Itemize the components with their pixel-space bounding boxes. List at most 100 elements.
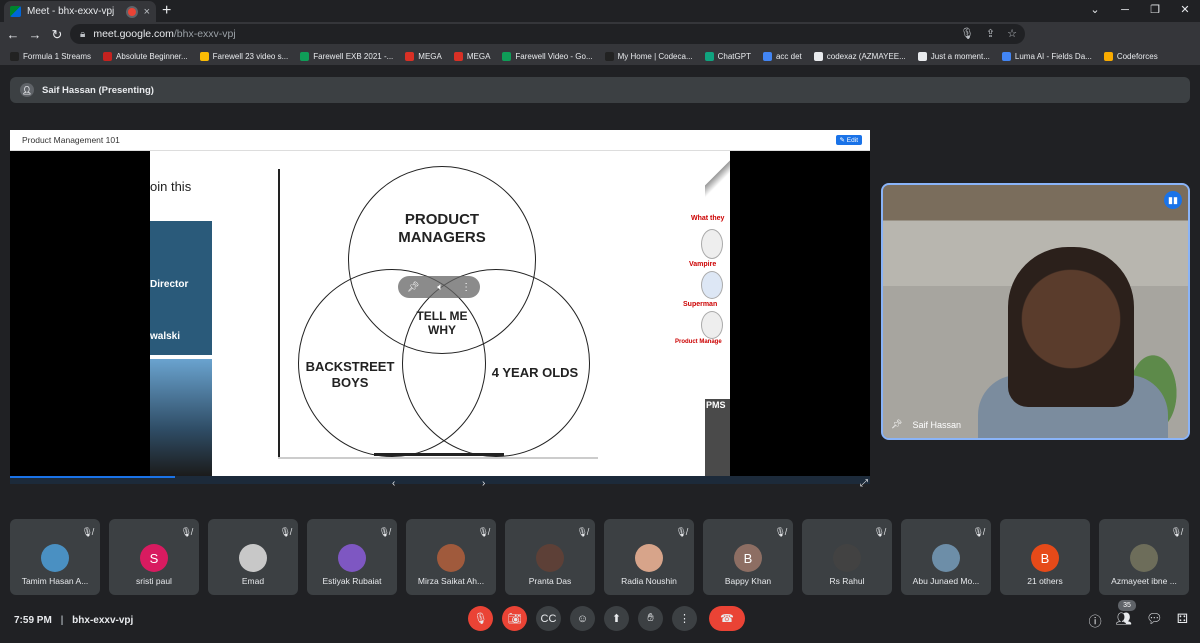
participant-tile[interactable]: 🎙︎̸ Radia Noushin [604,519,694,595]
chat-icon[interactable]: 💬︎ [1146,611,1163,630]
bookmarks-bar: Formula 1 Streams Absolute Beginner... Far… [0,47,1200,65]
emoji-button[interactable]: ☺ [570,606,595,631]
browser-tab[interactable]: Meet - bhx-exxv-vpj × [4,1,156,22]
captions-button[interactable]: CC [536,606,561,631]
close-tab-icon[interactable]: × [144,6,150,18]
participant-name: Emad [241,576,265,586]
participant-tile[interactable]: 🎙︎̸ B Bappy Khan [703,519,793,595]
slide-right-images: What they Vampire Superman Product Manag… [675,151,730,476]
new-tab-button[interactable]: + [162,2,171,20]
address-bar[interactable]: 🔒︎ meet.google.com/bhx-exxv-vpj 🎙︎ ⇪ ☆ [70,24,1025,44]
director-label: Director [150,279,189,290]
people-icon[interactable]: 👥︎ [1116,611,1133,630]
url-path: /bhx-exxv-vpj [173,28,236,40]
meeting-code: bhx-exxv-vpj [72,615,134,626]
participant-tile[interactable]: 🎙︎̸ Pranta Das [505,519,595,595]
participant-name: Radia Noushin [621,576,677,586]
participant-tile[interactable]: 🎙︎̸ Azmayeet ibne ... [1099,519,1189,595]
bookmark-item[interactable]: MEGA [453,51,491,61]
participant-tile[interactable]: B 21 others [1000,519,1090,595]
side-controls: ⓘ 👥︎ 💬︎ ⚃ [1089,611,1188,630]
slide-title: Product Management 101 [22,135,120,145]
participant-tile[interactable]: 🎙︎̸ Tamim Hasan A... [10,519,100,595]
participant-tile[interactable]: 🎙︎̸ Emad [208,519,298,595]
bookmark-item[interactable]: Farewell EXB 2021 -... [300,51,393,61]
pin-icon[interactable]: 📌︎ [407,282,420,293]
microphone-icon[interactable]: 🎙︎ [960,27,974,40]
back-icon[interactable]: ← [2,27,24,42]
participant-name: sristi paul [136,576,172,586]
bookmark-favicon-icon [453,51,463,61]
pin-icon[interactable]: 📌︎ [891,419,902,430]
bookmark-item[interactable]: MEGA [405,51,442,61]
participant-avatar [41,544,69,572]
bookmark-item[interactable]: Absolute Beginner... [103,51,188,61]
camera-off-button[interactable]: 📷︎ [502,606,527,631]
muted-icon: 🎙︎̸ [972,527,984,537]
participant-avatar [437,544,465,572]
slide-left-images: oin this Director walski [150,151,212,476]
edit-button[interactable]: ✎ Edit [835,135,862,145]
microphone-off-button[interactable]: 🎙︎ [468,606,493,631]
activities-icon[interactable]: ⚃ [1177,611,1188,630]
bookmark-label: MEGA [418,51,442,61]
participant-tile[interactable]: 🎙︎̸ Ssristi paul [109,519,199,595]
close-window-button[interactable]: ✕ [1170,0,1200,20]
minimize-button[interactable]: ─ [1110,0,1140,20]
bookmark-label: Codeforces [1116,51,1158,61]
leave-call-button[interactable]: ☎︎ [709,606,745,631]
bottom-bar: 7:59 PM | bhx-exxv-vpj 🎙︎ 📷︎ CC ☺ ⬆ ✋︎ ⋮… [0,598,1200,643]
bookmark-star-icon[interactable]: ☆ [1007,27,1017,40]
participant-tile[interactable]: 🎙︎̸ Mirza Saikat Ah... [406,519,496,595]
chevron-down-icon[interactable]: ⌄ [1080,0,1110,20]
bookmark-label: Just a moment... [930,51,990,61]
director-image: Director walski [150,221,212,355]
reload-icon[interactable]: ↻ [46,27,68,43]
bookmark-item[interactable]: Formula 1 Streams [10,51,92,61]
call-controls: 🎙︎ 📷︎ CC ☺ ⬆ ✋︎ ⋮ ☎︎ [468,606,745,631]
lock-icon: 🔒︎ [80,28,86,40]
comic-face-image [701,271,723,299]
axis-line [278,169,280,459]
comic-face-image [701,311,723,339]
bookmark-item[interactable]: Just a moment... [917,51,990,61]
person-head [1008,247,1134,407]
more-options-button[interactable]: ⋮ [672,606,697,631]
meeting-details-icon[interactable]: ⓘ [1089,611,1102,630]
participant-avatar [536,544,564,572]
bookmark-label: MEGA [466,51,491,61]
participant-name: Estiyak Rubaiat [322,576,382,586]
forward-icon[interactable]: → [24,27,46,42]
bookmark-item[interactable]: Farewell Video - Go... [502,51,593,61]
next-slide-button[interactable]: › [482,478,485,489]
muted-icon: 🎙︎̸ [873,527,885,537]
bookmark-item[interactable]: codexaz (AZMAYEE... [813,51,906,61]
participant-tile[interactable]: 🎙︎̸ Rs Rahul [802,519,892,595]
bookmark-label: codexaz (AZMAYEE... [826,51,906,61]
fullscreen-icon[interactable]: ⤢ [860,478,868,489]
participant-tile[interactable]: 🎙︎̸ Abu Junaed Mo... [901,519,991,595]
volume-icon[interactable]: 🔈︎ [437,282,443,293]
bookmark-item[interactable]: Codeforces [1103,51,1158,61]
slide-canvas: oin this Director walski PRODUCT MANAGER… [150,151,730,476]
participant-count-badge: 35 [1118,600,1136,611]
bookmark-item[interactable]: My Home | Codeca... [604,51,693,61]
bookmark-item[interactable]: ChatGPT [704,51,751,61]
bookmark-item[interactable]: Luma AI - Fields Da... [1001,51,1092,61]
share-icon[interactable]: ⇪ [986,27,995,40]
present-screen-button[interactable]: ⬆ [604,606,629,631]
participant-tile[interactable]: 🎙︎̸ Estiyak Rubaiat [307,519,397,595]
raise-hand-button[interactable]: ✋︎ [638,606,663,631]
bookmark-item[interactable]: acc det [762,51,802,61]
bookmark-label: Formula 1 Streams [23,51,92,61]
meeting-time: 7:59 PM [14,615,52,626]
label-product-managers: PRODUCT MANAGERS [398,211,486,246]
bookmark-favicon-icon [917,51,927,61]
restore-button[interactable]: ❐ [1140,0,1170,20]
presenter-camera-tile[interactable]: ▮▮ 📌︎ Saif Hassan [881,183,1190,440]
more-options-icon[interactable]: ⋮ [461,282,471,293]
bookmark-item[interactable]: Farewell 23 video s... [199,51,288,61]
muted-icon: 🎙︎̸ [477,527,489,537]
previous-slide-button[interactable]: ‹ [392,478,395,489]
presenter-avatar: 👤︎ [20,83,34,97]
